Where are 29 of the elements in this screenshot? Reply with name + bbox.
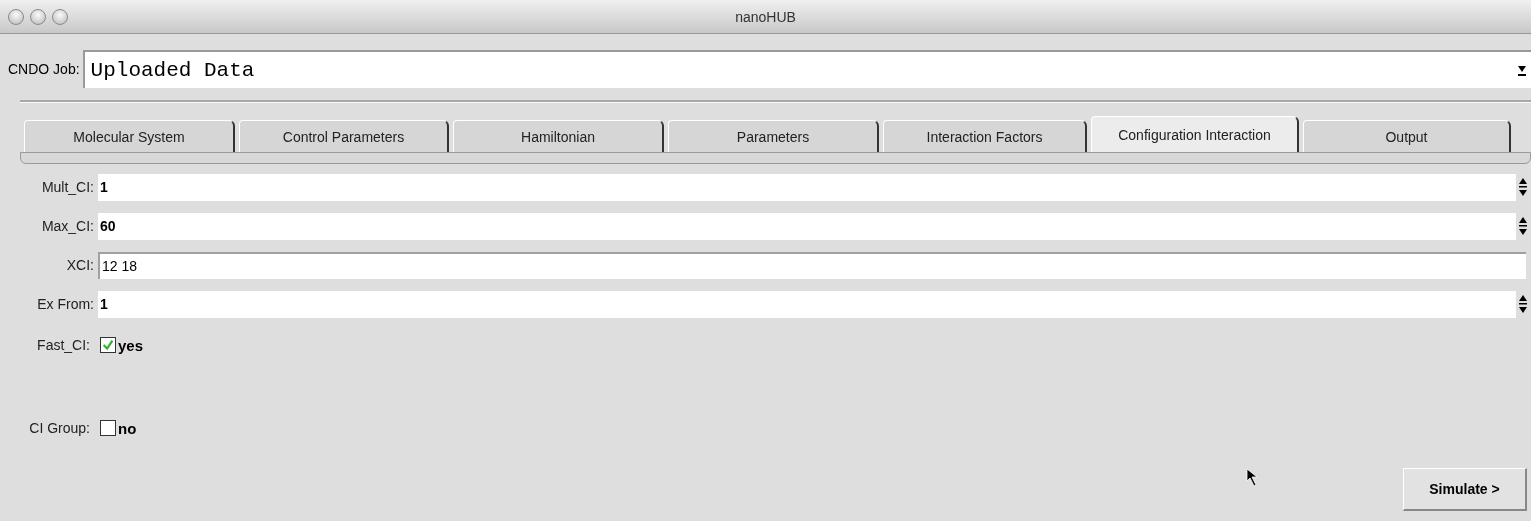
zoom-button[interactable] [52, 9, 68, 25]
simulate-button[interactable]: Simulate > [1403, 468, 1527, 511]
field-label: Max_CI: [40, 218, 95, 234]
tab[interactable]: Hamiltonian [453, 120, 664, 152]
checkbox[interactable] [100, 337, 116, 353]
input-field[interactable]: 1 [98, 290, 1516, 318]
checkbox-label: no [118, 419, 137, 437]
close-button[interactable] [8, 9, 24, 25]
job-label: CNDO Job: [8, 61, 80, 77]
tab[interactable]: Control Parameters [239, 120, 449, 152]
field-label: Ex From: [36, 296, 95, 312]
input-field[interactable]: 1 [98, 173, 1516, 201]
input-field[interactable]: 60 [98, 212, 1516, 240]
tab[interactable]: Interaction Factors [883, 120, 1087, 152]
field-label: XCI: [65, 257, 95, 273]
tab[interactable]: Configuration Interaction [1091, 116, 1299, 152]
checkbox-label: yes [118, 336, 144, 354]
field-label: Fast_CI: [36, 337, 91, 353]
tab[interactable]: Parameters [668, 120, 879, 152]
field-label: Mult_CI: [40, 179, 95, 195]
minimize-button[interactable] [30, 9, 46, 25]
window-title: nanoHUB [735, 8, 796, 25]
dropdown-arrow-icon [1517, 63, 1527, 77]
field-label: CI Group: [28, 420, 91, 436]
input-field[interactable]: 12 18 [98, 251, 1526, 279]
job-dropdown[interactable]: Uploaded Data [82, 50, 1531, 88]
checkbox[interactable] [100, 420, 116, 436]
tab[interactable]: Output [1303, 120, 1511, 152]
tab[interactable]: Molecular System [24, 120, 235, 152]
